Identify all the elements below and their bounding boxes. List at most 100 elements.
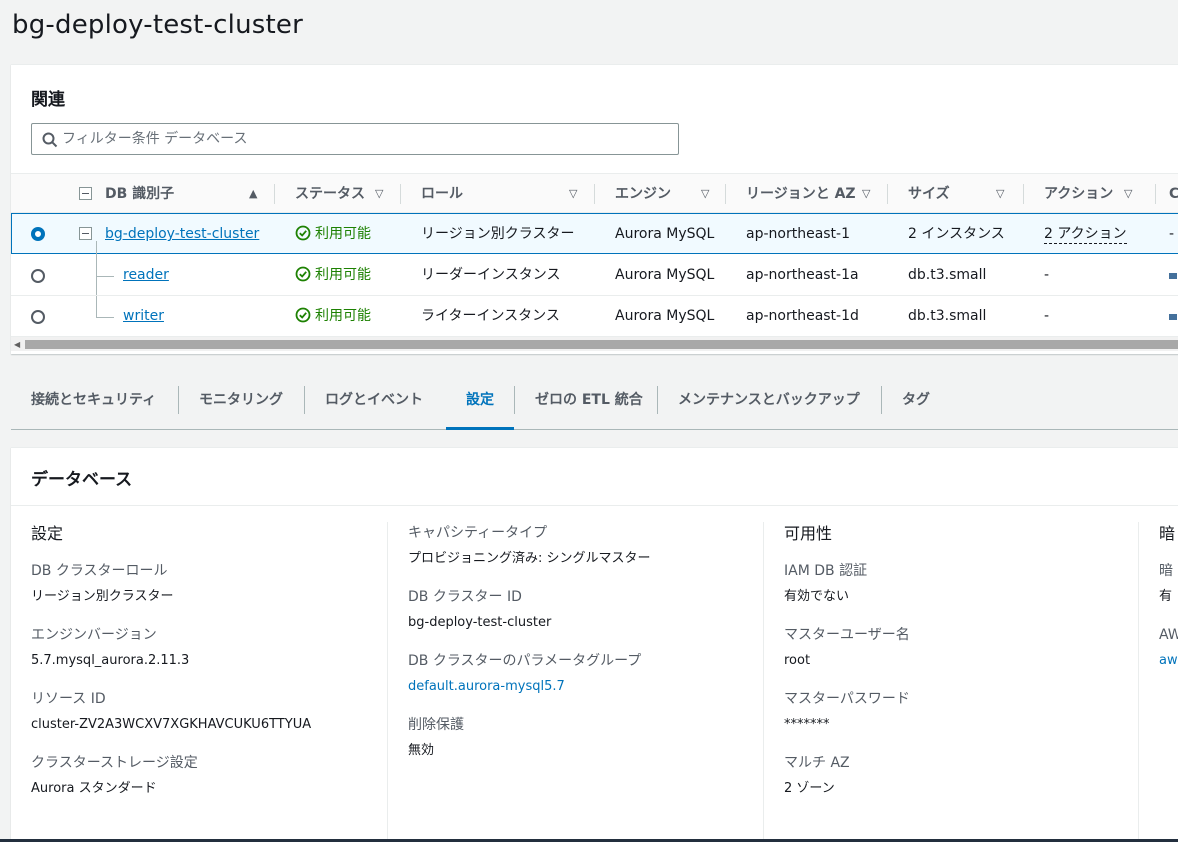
availability-column: 可用性 IAM DB 認証 有効でない マスターユーザー名 root マスターパスワ… [784,520,910,817]
search-icon [42,132,58,148]
database-panel: データベース 設定 DB クラスターロール リージョン別クラスター エンジンバージ… [11,447,1178,842]
engine-cell: Aurora MySQL [615,267,715,283]
row-radio[interactable] [31,310,45,324]
sort-icon: ▽ [569,187,578,200]
field-label: 削除保護 [408,717,464,733]
status-bar-mark [1169,314,1177,320]
column-actions[interactable]: アクション ▽ [1044,174,1144,214]
related-heading: 関連 [31,90,65,110]
column-size[interactable]: サイズ ▽ [908,174,1012,214]
tab-configuration[interactable]: 設定 [446,372,514,430]
tab-logs-events[interactable]: ログとイベント [325,372,423,429]
row-radio[interactable] [31,269,45,283]
engine-cell: Aurora MySQL [615,226,715,242]
check-circle-icon [295,307,311,323]
field-value: ******* [784,717,830,732]
actions-popover[interactable]: 2 アクション [1044,225,1127,244]
column-status[interactable]: ステータス ▽ [295,174,395,214]
actions-cell: - [1044,308,1050,324]
actions-cell: - [1044,267,1050,283]
related-panel: 関連 DB 識別子 ▲ ステータス ▽ ロール ▽ エンジン ▽ リージョンと … [11,64,1178,354]
sort-icon: ▽ [701,187,710,200]
column-db-id[interactable]: DB 識別子 ▲ [105,174,265,214]
field-value: 無効 [408,743,435,758]
tab-connectivity[interactable]: 接続とセキュリティ [31,372,156,429]
region-cell: ap-northeast-1a [746,267,859,283]
status-badge: 利用可能 [295,296,371,337]
scroll-left-icon[interactable]: ◀ [14,340,20,349]
field-label: マスターユーザー名 [784,627,910,643]
collapse-all-icon[interactable] [79,187,92,200]
field-value: 5.7.mysql_aurora.2.11.3 [31,653,190,668]
check-circle-icon [295,266,311,282]
field-value: 2 ゾーン [784,781,835,796]
field-label: キャパシティータイプ [408,525,548,541]
table-row[interactable]: writer 利用可能 ライターインスタンス Aurora MySQL ap-n… [11,296,1178,337]
status-badge: 利用可能 [295,214,371,255]
field-label: 暗 [1159,563,1173,579]
field-label: DB クラスターロール [31,563,168,579]
field-label: エンジンバージョン [31,627,157,643]
field-label: DB クラスターのパラメータグループ [408,653,642,669]
tab-tags[interactable]: タグ [902,372,930,429]
db-id-link[interactable]: writer [123,308,164,324]
field-value: cluster-ZV2A3WCXV7XGKHAVCUKU6TTYUA [31,717,312,732]
region-cell: ap-northeast-1 [746,226,851,242]
scrollbar-thumb[interactable] [25,340,1178,349]
encryption-column: 暗 暗有 AW aw [1159,520,1178,689]
column-cut[interactable]: C [1169,174,1178,214]
field-value: 有 [1159,589,1173,604]
tab-monitoring[interactable]: モニタリング [199,372,283,429]
role-cell: ライターインスタンス [421,308,560,324]
sort-icon: ▽ [375,187,384,200]
filter-box[interactable] [31,123,679,155]
config-column: 設定 DB クラスターロール リージョン別クラスター エンジンバージョン 5.7.m… [31,520,311,817]
sort-asc-icon: ▲ [249,187,258,200]
section-title: 設定 [31,524,64,543]
field-label: IAM DB 認証 [784,563,868,579]
capacity-column: キャパシティータイププロビジョニング済み: シングルマスター DB クラスター … [408,520,651,779]
parameter-group-link[interactable]: default.aurora-mysql5.7 [408,677,651,696]
field-value: リージョン別クラスター [31,589,174,604]
collapse-row-icon[interactable] [79,227,92,240]
size-cell: db.t3.small [908,267,987,283]
kms-key-link[interactable]: aw [1159,651,1178,670]
database-heading: データベース [31,470,133,490]
field-label: リソース ID [31,691,106,707]
field-value: bg-deploy-test-cluster [408,615,552,630]
sort-icon: ▽ [862,187,871,200]
field-value: 有効でない [784,589,850,604]
table-row[interactable]: reader 利用可能 リーダーインスタンス Aurora MySQL ap-n… [11,255,1178,296]
page-title: bg-deploy-test-cluster [12,10,303,40]
tab-zero-etl[interactable]: ゼロの ETL 統合 [535,372,643,429]
field-label: マルチ AZ [784,755,850,771]
field-value: root [784,653,811,668]
sort-icon: ▽ [1124,187,1133,200]
role-cell: リーダーインスタンス [421,267,561,283]
column-engine[interactable]: エンジン ▽ [615,174,715,214]
column-region[interactable]: リージョンと AZ ▽ [746,174,886,214]
column-role[interactable]: ロール ▽ [421,174,591,214]
db-id-link[interactable]: bg-deploy-test-cluster [105,226,259,242]
row-radio[interactable] [31,227,45,241]
db-id-link[interactable]: reader [123,267,169,283]
table-header: DB 識別子 ▲ ステータス ▽ ロール ▽ エンジン ▽ リージョンと AZ … [11,173,1178,213]
extra-cell: - [1169,226,1175,242]
status-bar-mark [1169,273,1177,279]
section-title: 暗 [1159,524,1176,543]
table-row[interactable]: bg-deploy-test-cluster 利用可能 リージョン別クラスター … [11,213,1178,254]
region-cell: ap-northeast-1d [746,308,859,324]
section-title: 可用性 [784,524,833,543]
filter-input[interactable] [62,128,662,150]
status-badge: 利用可能 [295,255,371,296]
field-label: DB クラスター ID [408,589,522,605]
field-label: マスターパスワード [784,691,910,707]
size-cell: 2 インスタンス [908,226,1005,242]
horizontal-scrollbar[interactable]: ◀ [11,337,1178,351]
size-cell: db.t3.small [908,308,987,324]
field-value: プロビジョニング済み: シングルマスター [408,551,651,566]
detail-tabs: 接続とセキュリティ モニタリング ログとイベント 設定 ゼロの ETL 統合 メ… [11,372,1178,430]
tab-maintenance-backup[interactable]: メンテナンスとバックアップ [678,372,860,429]
engine-cell: Aurora MySQL [615,308,715,324]
role-cell: リージョン別クラスター [421,226,575,242]
